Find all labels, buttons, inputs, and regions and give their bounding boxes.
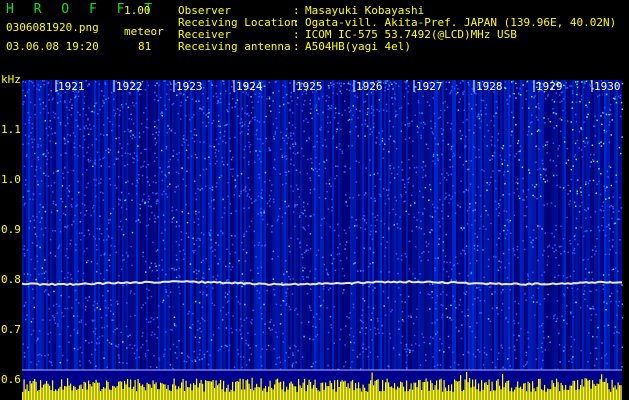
frequency-axis: kHz 1.1 1.0 0.9 0.8 0.7 0.6 [1,73,21,386]
axis-tick-label: 0.7 [1,323,21,336]
image-filename: 0306081920.png [6,21,99,34]
axis-tick-label: 1.0 [1,173,21,186]
axis-unit-label: kHz [1,73,21,86]
spectrogram-display: kHz 1.1 1.0 0.9 0.8 0.7 0.6 1921 1922 19… [1,73,624,400]
time-mark-label: 1922 [116,80,143,93]
axis-tick-label: 0.8 [1,273,21,286]
mode-label: meteor [124,25,164,38]
axis-tick-label: 0.6 [1,373,21,386]
receiving-antenna-value: A504HB(yagi 4el) [305,40,411,53]
time-mark-label: 1929 [536,80,563,93]
time-mark-label: 1927 [416,80,443,93]
time-mark-label: 1924 [236,80,263,93]
time-mark-label: 1925 [296,80,323,93]
time-mark-label: 1928 [476,80,503,93]
separator-colon: : [293,40,300,53]
receiving-antenna-label: Receiving antenna [178,40,291,53]
spectrogram-noise-field [22,80,624,400]
capture-datetime: 03.06.08 19:20 [6,40,99,53]
time-mark-label: 1921 [58,80,85,93]
time-mark-label: 1923 [176,80,203,93]
axis-tick-label: 0.9 [1,223,21,236]
app-version: 1.00 [124,4,151,17]
time-mark-label: 1926 [356,80,383,93]
axis-tick-label: 1.1 [1,123,21,136]
time-mark-label: 1930 [594,80,621,93]
meteor-count: 81 [138,40,152,53]
